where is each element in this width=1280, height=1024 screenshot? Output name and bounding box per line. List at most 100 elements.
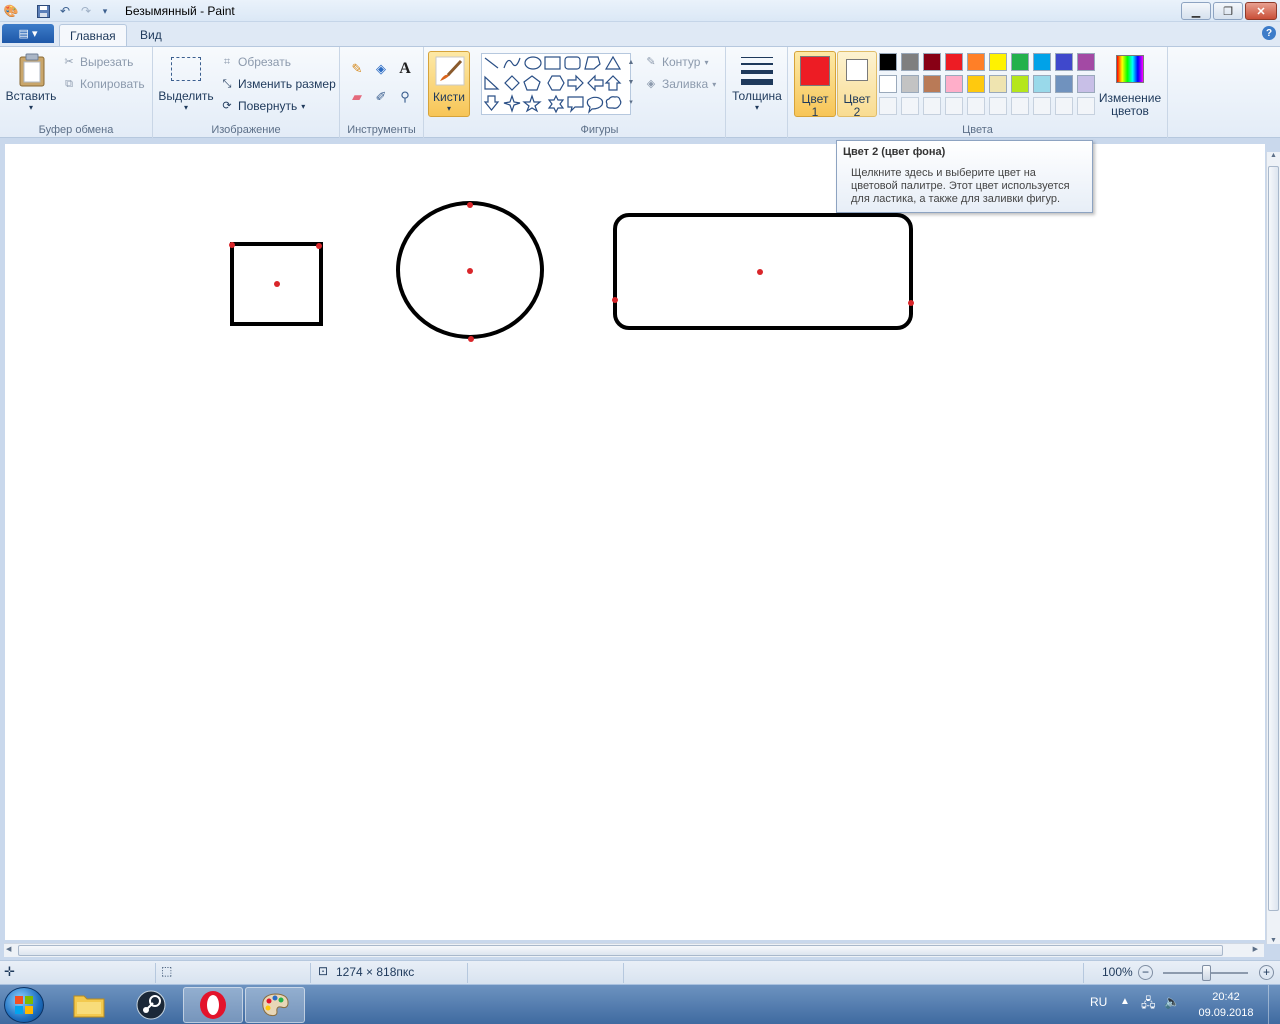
custom-color-slot[interactable] (901, 97, 919, 115)
pentagon-shape-icon[interactable] (523, 75, 541, 91)
left-arrow-shape-icon[interactable] (587, 74, 604, 92)
outline-button[interactable]: ✎ Контур ▾ (644, 55, 708, 69)
palette-swatch[interactable] (901, 75, 919, 93)
taskbar-explorer[interactable] (59, 987, 119, 1023)
custom-color-slot[interactable] (1011, 97, 1029, 115)
custom-color-slot[interactable] (1077, 97, 1095, 115)
down-arrow-shape-icon[interactable] (483, 95, 500, 111)
rotate-button[interactable]: ⟳ Повернуть ▾ (220, 99, 305, 113)
right-arrow-shape-icon[interactable] (567, 74, 584, 92)
select-button[interactable]: Выделить ▾ (157, 51, 215, 117)
diamond-shape-icon[interactable] (504, 75, 520, 91)
redo-icon[interactable]: ↷ (78, 3, 94, 19)
six-point-star-shape-icon[interactable] (547, 94, 565, 114)
rounded-rectangle-shape[interactable] (613, 213, 913, 330)
resize-button[interactable]: ⤡ Изменить размер (220, 77, 336, 91)
save-icon[interactable] (35, 3, 51, 19)
close-button[interactable]: ✕ (1245, 2, 1277, 20)
zoom-slider-thumb[interactable] (1202, 965, 1211, 981)
polygon-shape-icon[interactable] (584, 56, 601, 70)
rectangular-callout-shape-icon[interactable] (567, 96, 584, 113)
palette-swatch[interactable] (879, 75, 897, 93)
fill-button[interactable]: ◈ Заливка ▾ (644, 77, 716, 91)
maximize-button[interactable]: ❐ (1213, 2, 1243, 20)
custom-color-slot[interactable] (945, 97, 963, 115)
edit-colors-button[interactable]: Изменение цветов (1098, 51, 1162, 118)
copy-button[interactable]: ⧉ Копировать (62, 77, 145, 91)
vertical-scroll-thumb[interactable] (1268, 166, 1279, 911)
palette-swatch[interactable] (945, 53, 963, 71)
custom-color-slot[interactable] (967, 97, 985, 115)
drawing-canvas[interactable] (5, 144, 1265, 940)
show-hidden-icons-icon[interactable]: ▲ (1120, 996, 1130, 1007)
palette-swatch[interactable] (1033, 75, 1051, 93)
rectangle-shape-icon[interactable] (544, 56, 561, 70)
fill-bucket-icon[interactable]: ◈ (371, 59, 391, 79)
minimize-button[interactable]: ▁ (1181, 2, 1211, 20)
palette-swatch[interactable] (967, 53, 985, 71)
rounded-rectangle-shape-icon[interactable] (564, 56, 581, 70)
line-shape-icon[interactable] (484, 57, 499, 69)
paint-app-icon[interactable]: 🎨 (3, 3, 19, 19)
shapes-scroll[interactable]: ▲ ▼ ▾ (625, 53, 637, 115)
help-icon[interactable]: ? (1262, 26, 1276, 40)
palette-swatch[interactable] (1033, 53, 1051, 71)
color2-button[interactable]: Цвет 2 (837, 51, 877, 119)
palette-swatch[interactable] (1055, 75, 1073, 93)
color1-button[interactable]: Цвет 1 (794, 51, 836, 119)
tab-view[interactable]: Вид (130, 24, 172, 46)
scroll-right-icon[interactable]: ▶ (1253, 945, 1258, 953)
file-menu-button[interactable]: ▤ ▾ (2, 24, 54, 43)
palette-swatch[interactable] (1055, 53, 1073, 71)
palette-swatch[interactable] (901, 53, 919, 71)
custom-color-slot[interactable] (989, 97, 1007, 115)
oval-shape-icon[interactable] (524, 56, 542, 70)
up-arrow-shape-icon[interactable] (604, 75, 622, 91)
customize-quick-access-icon[interactable]: ▾ (97, 3, 113, 19)
custom-color-slot[interactable] (879, 97, 897, 115)
palette-swatch[interactable] (1011, 75, 1029, 93)
horizontal-scroll-thumb[interactable] (18, 945, 1223, 956)
horizontal-scrollbar[interactable]: ◀ ▶ (4, 943, 1264, 957)
network-icon[interactable]: 🖧 (1141, 994, 1156, 1016)
start-button[interactable] (4, 987, 44, 1023)
tab-home[interactable]: Главная (59, 24, 127, 46)
cut-button[interactable]: ✂ Вырезать (62, 55, 133, 69)
palette-swatch[interactable] (967, 75, 985, 93)
palette-swatch[interactable] (923, 53, 941, 71)
zoom-in-button[interactable]: + (1259, 965, 1274, 980)
oval-callout-shape-icon[interactable] (586, 96, 604, 114)
text-tool-icon[interactable]: A (395, 59, 415, 79)
zoom-out-button[interactable]: − (1138, 965, 1153, 980)
palette-swatch[interactable] (989, 75, 1007, 93)
undo-icon[interactable]: ↶ (57, 3, 73, 19)
crop-button[interactable]: ⌗ Обрезать (220, 55, 291, 69)
five-point-star-shape-icon[interactable] (522, 94, 542, 113)
hexagon-shape-icon[interactable] (547, 75, 565, 91)
right-triangle-shape-icon[interactable] (484, 75, 500, 90)
magnifier-icon[interactable]: ⚲ (395, 87, 415, 107)
language-indicator[interactable]: RU (1090, 995, 1107, 1009)
scroll-left-icon[interactable]: ◀ (6, 945, 11, 953)
vertical-scrollbar[interactable]: ▲ ▼ (1266, 152, 1280, 944)
palette-swatch[interactable] (945, 75, 963, 93)
palette-swatch[interactable] (923, 75, 941, 93)
custom-color-slot[interactable] (1055, 97, 1073, 115)
color-picker-icon[interactable]: ✐ (371, 87, 391, 107)
volume-icon[interactable]: 🔈 (1164, 994, 1180, 1010)
eraser-icon[interactable]: ▰ (347, 87, 367, 107)
palette-swatch[interactable] (1077, 53, 1095, 71)
curve-shape-icon[interactable] (503, 57, 521, 69)
cloud-callout-shape-icon[interactable] (605, 96, 622, 109)
scroll-down-icon[interactable]: ▼ (1267, 937, 1280, 944)
paste-button[interactable]: Вставить ▾ (4, 51, 58, 117)
scroll-up-icon[interactable]: ▲ (1267, 152, 1280, 159)
custom-color-slot[interactable] (923, 97, 941, 115)
palette-swatch[interactable] (879, 53, 897, 71)
brushes-button[interactable]: Кисти ▾ (428, 51, 470, 117)
palette-swatch[interactable] (1077, 75, 1095, 93)
palette-swatch[interactable] (989, 53, 1007, 71)
four-point-star-shape-icon[interactable] (503, 94, 521, 113)
custom-color-slot[interactable] (1033, 97, 1051, 115)
show-desktop-button[interactable] (1268, 985, 1280, 1024)
